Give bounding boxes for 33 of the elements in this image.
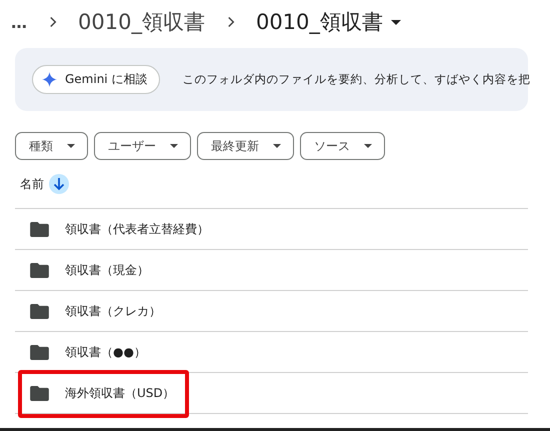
folder-row[interactable]: 領収書（現金） [15, 250, 528, 291]
folder-row[interactable]: 領収書（代表者立替経費） [15, 209, 528, 250]
column-header[interactable]: 名前 [20, 176, 44, 192]
filter-dropdown[interactable]: 種類 [15, 132, 88, 160]
folder-name: 領収書（クレカ） [65, 302, 161, 320]
caret-down-icon [170, 144, 178, 148]
sparkle-icon [42, 72, 57, 87]
caret-down-icon [273, 144, 281, 148]
folder-name: 領収書（代表者立替経費） [65, 220, 209, 238]
caret-down-icon [364, 144, 372, 148]
caret-down-icon [390, 20, 401, 24]
more-breadcrumbs-button[interactable]: … [11, 12, 27, 32]
folder-row[interactable]: 領収書（クレカ） [15, 291, 528, 332]
filter-dropdown[interactable]: ユーザー [94, 132, 191, 160]
folder-name: 海外領収書（USD） [65, 384, 175, 402]
filter-dropdown[interactable]: ソース [300, 132, 385, 160]
ask-gemini-button[interactable]: Gemini に相談 [32, 65, 160, 94]
folder-icon [30, 344, 49, 360]
folder-row[interactable]: 領収書（●●） [15, 332, 528, 373]
current-folder-button[interactable]: 0010_領収書 [256, 8, 401, 36]
banner-text: このフォルダ内のファイルを要約、分析して、すばやく内容を把 [182, 72, 530, 87]
folder-row[interactable]: 海外領収書（USD） [15, 373, 528, 414]
folder-icon [30, 262, 49, 278]
filter-dropdown[interactable]: 最終更新 [197, 132, 294, 160]
folder-name: 領収書（現金） [65, 262, 149, 278]
folder-icon [30, 386, 49, 400]
chevron-right-icon [49, 16, 58, 28]
folder-icon [30, 304, 49, 318]
folder-icon [30, 222, 49, 236]
caret-down-icon [67, 144, 75, 148]
chevron-right-icon [226, 16, 236, 28]
breadcrumb-link[interactable]: 0010_領収書 [78, 8, 205, 36]
folder-name: 領収書（●●） [65, 344, 146, 360]
